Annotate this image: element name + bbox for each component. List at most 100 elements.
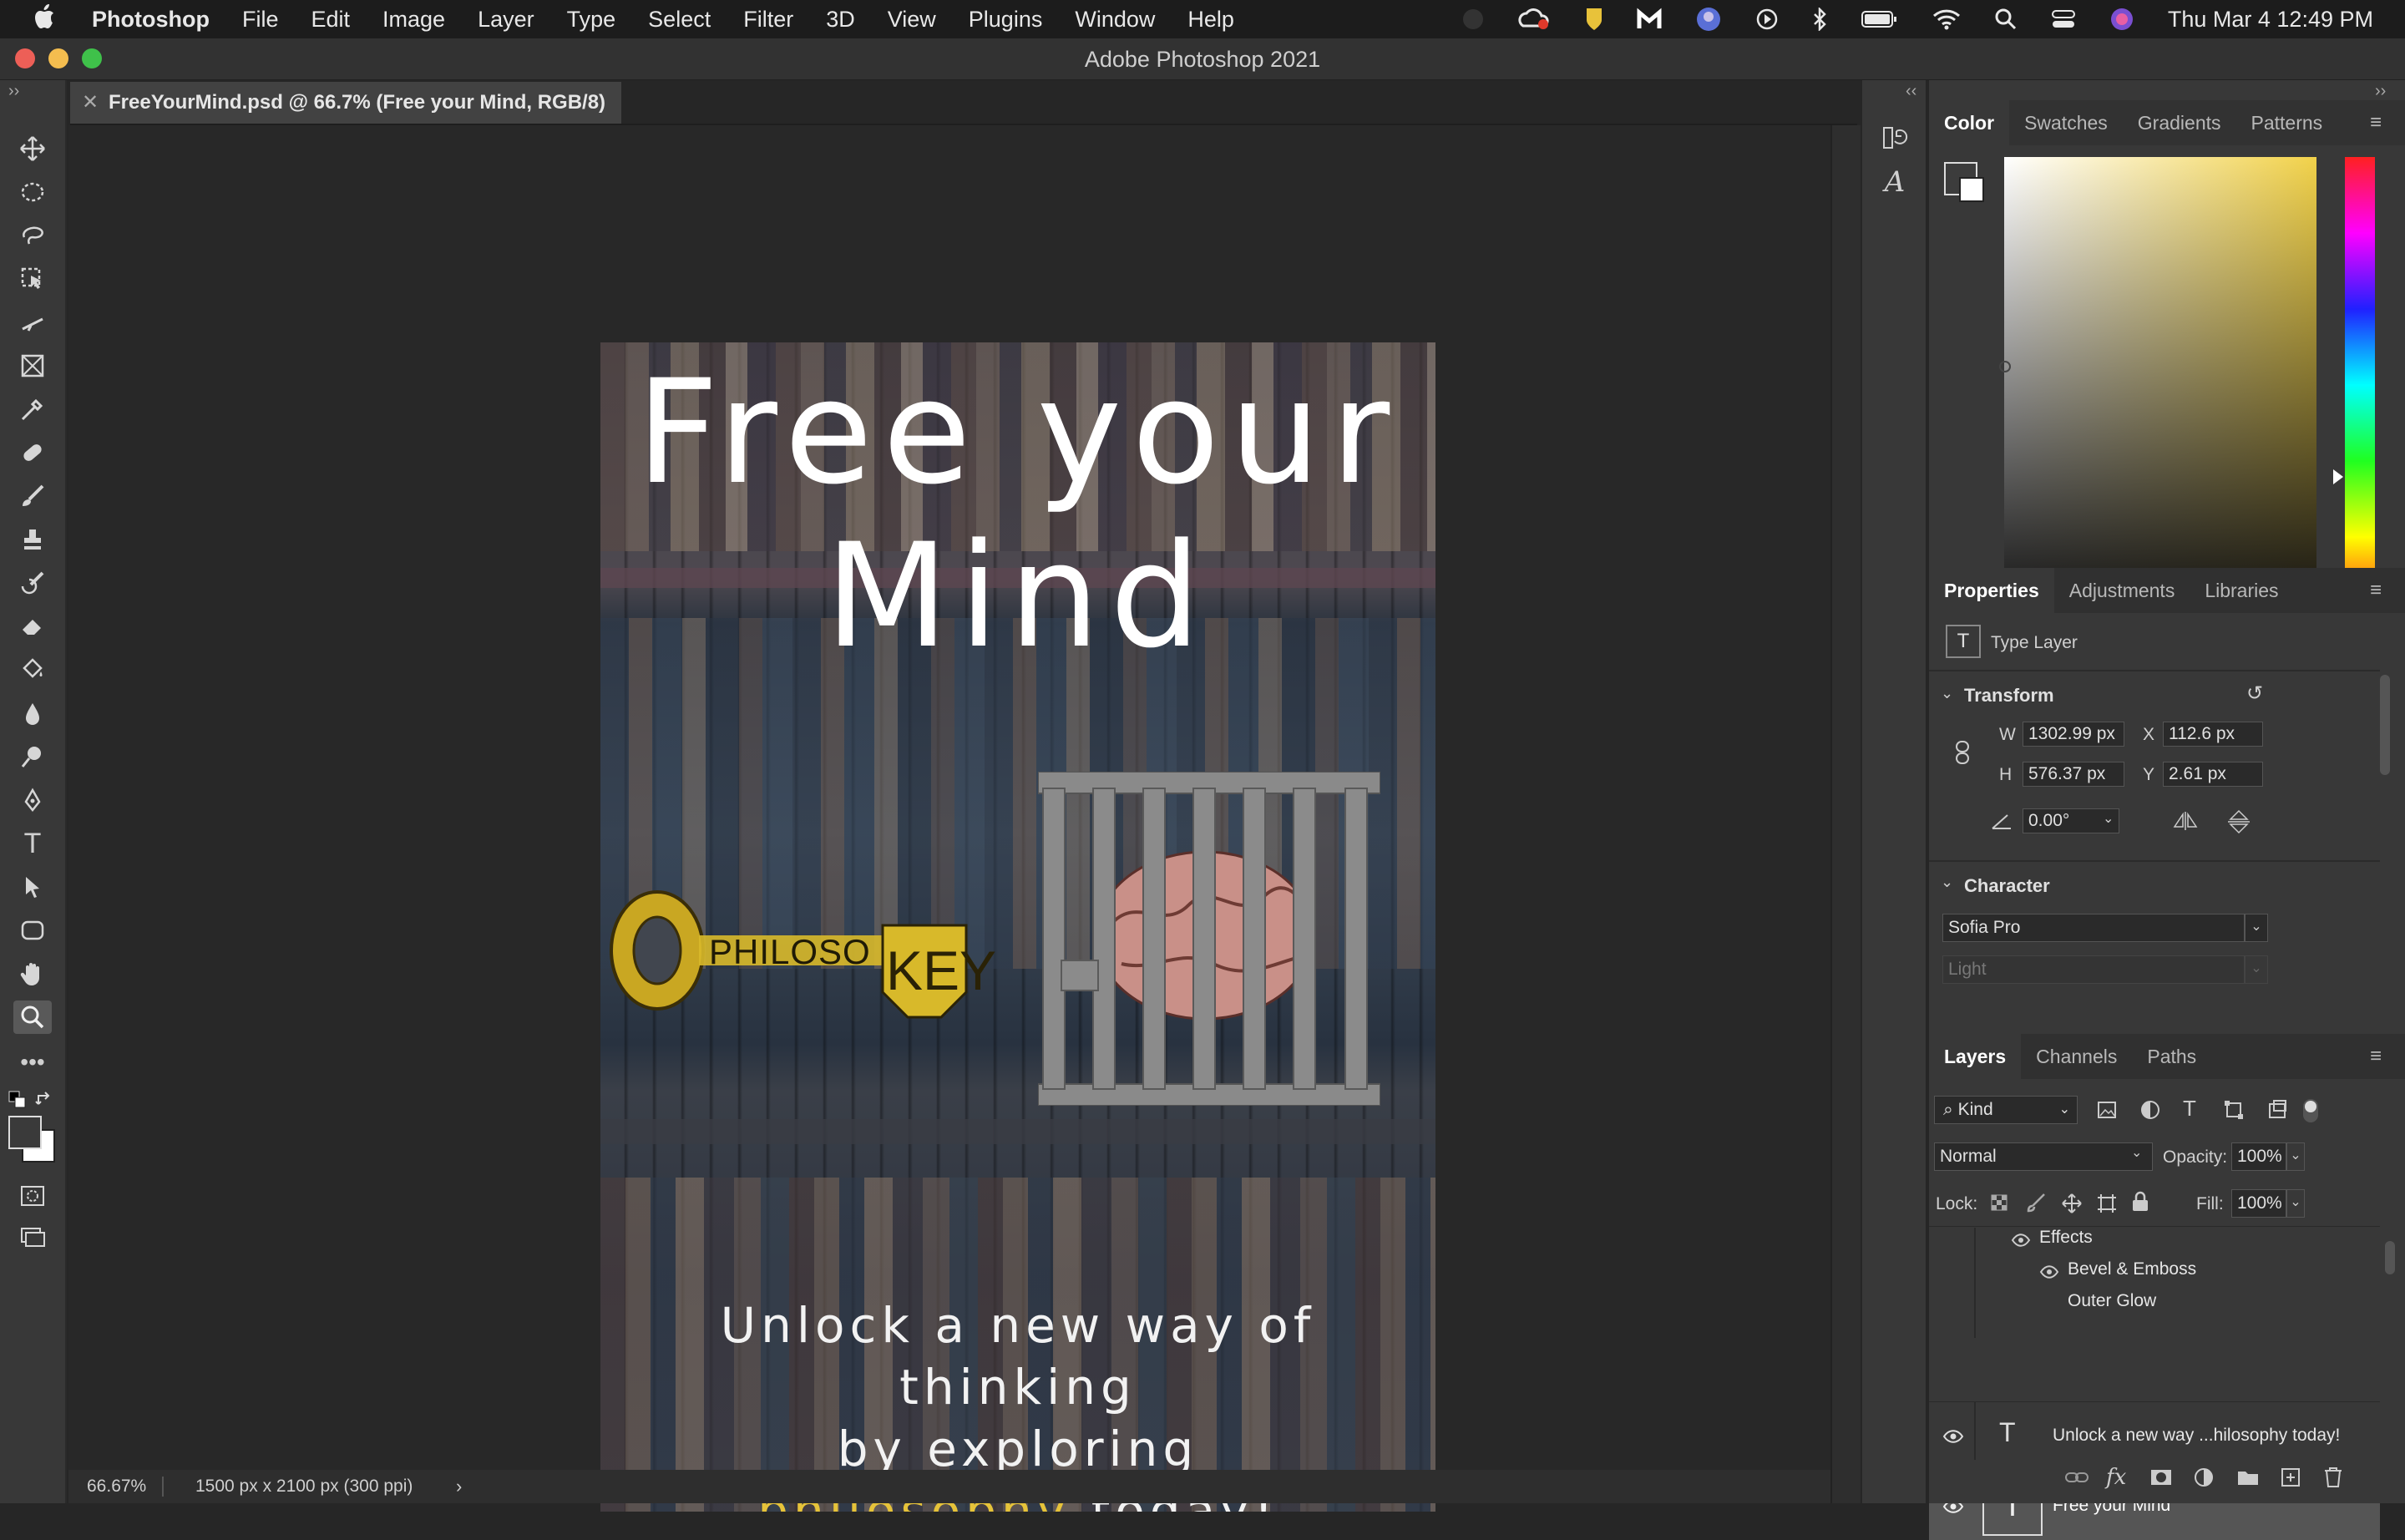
malwarebytes-icon[interactable] [1637, 8, 1662, 31]
avatar-icon[interactable] [1695, 6, 1722, 33]
effect-bevel-emboss[interactable]: Bevel & Emboss [2068, 1259, 2196, 1279]
reset-transform-icon[interactable]: ↺ [2246, 681, 2263, 706]
paint-bucket-tool-icon[interactable] [13, 653, 52, 686]
collapse-right-icon[interactable]: ›› [2375, 82, 2386, 101]
foreground-color-swatch[interactable] [8, 1116, 42, 1149]
minimize-window-button[interactable] [48, 48, 68, 68]
width-field[interactable]: 1302.99 px [2023, 722, 2124, 747]
menu-plugins[interactable]: Plugins [969, 7, 1043, 33]
menu-filter[interactable]: Filter [743, 7, 793, 33]
menu-file[interactable]: File [242, 7, 279, 33]
tab-gradients[interactable]: Gradients [2123, 112, 2236, 134]
history-panel-icon[interactable] [1876, 119, 1914, 157]
control-center-icon[interactable] [2051, 8, 2076, 30]
zoom-window-button[interactable] [82, 48, 102, 68]
shield-icon[interactable] [1585, 7, 1603, 32]
lock-position-icon[interactable] [2061, 1193, 2083, 1218]
menu-window[interactable]: Window [1075, 7, 1155, 33]
bluetooth-icon[interactable] [1812, 8, 1827, 31]
y-field[interactable]: 2.61 px [2163, 762, 2263, 787]
opacity-dropdown-icon[interactable]: ⌄ [2286, 1142, 2305, 1171]
hue-slider-handle[interactable] [2333, 469, 2343, 484]
layers-scrollbar[interactable] [2385, 1241, 2395, 1274]
color-field[interactable] [2004, 157, 2316, 613]
collapse-icon[interactable]: ›› [8, 82, 19, 101]
new-group-icon[interactable] [2236, 1468, 2260, 1491]
x-field[interactable]: 112.6 px [2163, 722, 2263, 747]
play-icon[interactable] [1755, 8, 1779, 31]
status-circle-icon[interactable] [1461, 8, 1485, 31]
flip-vertical-icon[interactable] [2226, 808, 2251, 839]
blur-tool-icon[interactable] [13, 697, 52, 730]
collapse-left-icon[interactable]: ‹‹ [1906, 82, 1916, 101]
filter-pixel-icon[interactable] [2096, 1099, 2118, 1125]
tab-color[interactable]: Color [1929, 100, 2010, 145]
key-graphic[interactable]: PHILOSO KEY [607, 884, 996, 1026]
properties-menu-icon[interactable]: ≡ [2355, 579, 2397, 602]
battery-icon[interactable] [1861, 8, 1899, 30]
eyedropper-tool-icon[interactable] [13, 393, 52, 426]
effect-outer-glow[interactable]: Outer Glow [2068, 1291, 2156, 1311]
more-tools-icon[interactable]: ••• [13, 1046, 52, 1079]
layer-tagline-name[interactable]: Unlock a new way ...hilosophy today! [2053, 1426, 2340, 1446]
fill-field[interactable]: 100% [2231, 1189, 2286, 1218]
transform-section-title[interactable]: Transform [1964, 685, 2054, 707]
headline-text[interactable]: Free your Mind [600, 351, 1435, 678]
type-tool-icon[interactable]: T [13, 827, 52, 860]
brush-tool-icon[interactable] [13, 479, 52, 513]
filter-shape-icon[interactable] [2223, 1099, 2245, 1125]
tab-paths[interactable]: Paths [2132, 1046, 2211, 1068]
clock[interactable]: Thu Mar 4 12:49 PM [2168, 7, 2373, 33]
zoom-level[interactable]: 66.67% [87, 1470, 146, 1503]
rectangle-tool-icon[interactable] [13, 914, 52, 947]
character-panel-icon[interactable]: A [1876, 165, 1914, 204]
menu-layer[interactable]: Layer [478, 7, 534, 33]
properties-scrollbar[interactable] [2380, 675, 2390, 775]
siri-icon[interactable] [2109, 7, 2134, 32]
object-select-tool-icon[interactable] [13, 262, 52, 296]
move-tool-icon[interactable] [13, 132, 52, 165]
menu-view[interactable]: View [888, 7, 936, 33]
cage-brain-graphic[interactable] [1037, 771, 1381, 1107]
new-layer-icon[interactable] [2280, 1467, 2301, 1492]
document-tab[interactable]: ✕ FreeYourMind.psd @ 66.7% (Free your Mi… [70, 82, 621, 124]
close-window-button[interactable] [15, 48, 35, 68]
bevel-visibility-eye-icon[interactable] [2039, 1264, 2059, 1284]
lock-all-icon[interactable] [2131, 1191, 2149, 1217]
lock-transparent-icon[interactable] [1989, 1193, 2009, 1217]
opacity-field[interactable]: 100% [2231, 1142, 2286, 1171]
font-dropdown-icon[interactable]: ⌄ [2245, 914, 2268, 942]
layers-menu-icon[interactable]: ≡ [2355, 1045, 2397, 1068]
dodge-tool-icon[interactable] [13, 740, 52, 773]
canvas-area[interactable]: Free your Mind PHILOSO KEY Unlock a new … [68, 125, 1830, 1512]
screen-mode-icon[interactable] [13, 1221, 52, 1254]
tab-libraries[interactable]: Libraries [2190, 580, 2293, 602]
new-adjustment-layer-icon[interactable] [2193, 1467, 2215, 1492]
vertical-scrollbar[interactable] [1830, 125, 1861, 1503]
hue-slider[interactable] [2345, 157, 2375, 613]
filter-toggle[interactable] [2303, 1099, 2318, 1122]
link-layers-icon[interactable] [2064, 1468, 2089, 1491]
menu-select[interactable]: Select [648, 7, 711, 33]
crop-tool-icon[interactable] [13, 306, 52, 339]
lasso-tool-icon[interactable] [13, 219, 52, 252]
zoom-tool-icon[interactable] [13, 1000, 52, 1034]
filter-smart-object-icon[interactable] [2266, 1099, 2288, 1125]
effects-label[interactable]: Effects [2039, 1228, 2093, 1248]
font-family-select[interactable]: Sofia Pro [1942, 914, 2245, 942]
menu-app-photoshop[interactable]: Photoshop [92, 7, 210, 33]
fill-dropdown-icon[interactable]: ⌄ [2286, 1189, 2305, 1218]
effects-visibility-eye-icon[interactable] [2011, 1233, 2031, 1253]
tab-channels[interactable]: Channels [2021, 1046, 2132, 1068]
stamp-tool-icon[interactable] [13, 523, 52, 556]
menu-3d[interactable]: 3D [826, 7, 855, 33]
menu-help[interactable]: Help [1187, 7, 1234, 33]
wifi-icon[interactable] [1932, 8, 1961, 30]
layer-filter-kind[interactable]: ⌕ Kind ⌄ [1934, 1096, 2078, 1124]
status-menu-chevron-icon[interactable]: › [456, 1470, 462, 1503]
delete-layer-icon[interactable] [2323, 1467, 2343, 1492]
menu-edit[interactable]: Edit [311, 7, 351, 33]
frame-tool-icon[interactable] [13, 349, 52, 382]
tab-layers[interactable]: Layers [1929, 1034, 2022, 1079]
transform-chevron-icon[interactable]: ⌄ [1941, 685, 1953, 702]
